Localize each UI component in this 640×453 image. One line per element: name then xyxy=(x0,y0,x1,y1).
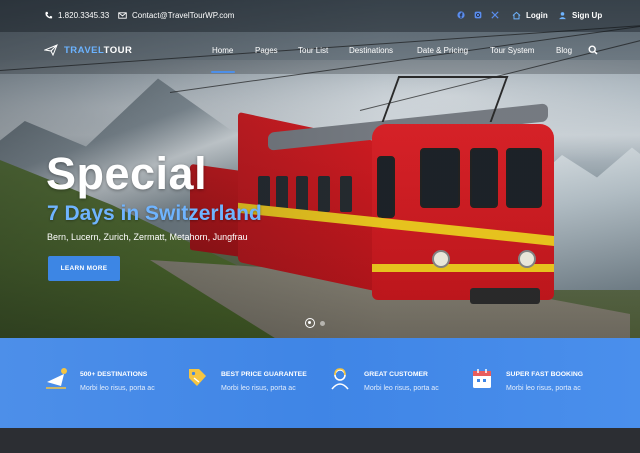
top-bar: 1.820.3345.33 Contact@TravelTourWP.com L… xyxy=(0,0,640,32)
feature-title: BEST PRICE GUARANTEE xyxy=(221,371,307,378)
home-icon xyxy=(512,11,521,20)
nav-item-home[interactable]: Home xyxy=(212,46,233,55)
feature-description: Morbi leo risus, porta ac xyxy=(506,385,581,392)
paper-plane-icon xyxy=(44,44,58,56)
nav-item-pages[interactable]: Pages xyxy=(255,46,278,55)
nav-item-destinations[interactable]: Destinations xyxy=(349,46,393,55)
email-contact[interactable]: Contact@TravelTourWP.com xyxy=(118,11,234,20)
login-label: Login xyxy=(526,11,548,20)
price-tag-icon xyxy=(189,369,206,386)
x-icon[interactable] xyxy=(491,11,499,19)
feature-description: Morbi leo risus, porta ac xyxy=(364,385,439,392)
calendar-booking-icon xyxy=(473,369,491,388)
feature-title: GREAT CUSTOMER xyxy=(364,371,428,378)
signup-link[interactable]: Sign Up xyxy=(558,11,602,20)
email-address: Contact@TravelTourWP.com xyxy=(132,11,235,20)
nav-item-blog[interactable]: Blog xyxy=(556,46,572,55)
slider-dot-active[interactable] xyxy=(305,318,315,328)
logo-text-tour: TOUR xyxy=(103,44,133,56)
facebook-icon[interactable] xyxy=(457,11,465,19)
instagram-icon[interactable] xyxy=(474,11,482,19)
login-link[interactable]: Login xyxy=(512,11,548,20)
hero-title: Special xyxy=(46,148,208,199)
learn-more-button[interactable]: LEARN MORE xyxy=(48,256,120,281)
features-strip xyxy=(0,338,640,428)
hero-subtitle: 7 Days in Switzerland xyxy=(47,202,262,225)
plane-destination-icon xyxy=(46,368,67,389)
feature-description: Morbi leo risus, porta ac xyxy=(80,385,155,392)
feature-title: SUPER FAST BOOKING xyxy=(506,371,584,378)
user-icon xyxy=(559,12,566,20)
hero-places: Bern, Lucern, Zurich, Zermatt, Metahorn,… xyxy=(47,232,248,242)
next-section-preview xyxy=(0,428,640,453)
search-icon[interactable] xyxy=(588,45,598,55)
nav-item-tour-system[interactable]: Tour System xyxy=(490,46,534,55)
site-logo[interactable]: TRAVELTOUR xyxy=(44,44,132,56)
nav-active-indicator xyxy=(211,71,235,73)
phone-icon xyxy=(45,11,53,19)
email-icon xyxy=(118,12,127,19)
nav-item-tour-list[interactable]: Tour List xyxy=(298,46,328,55)
logo-text-travel: TRAVEL xyxy=(64,44,104,56)
customer-support-icon xyxy=(331,368,349,390)
phone-number: 1.820.3345.33 xyxy=(58,11,110,20)
slider-dot[interactable] xyxy=(320,321,325,326)
feature-description: Morbi leo risus, porta ac xyxy=(221,385,296,392)
phone-contact[interactable]: 1.820.3345.33 xyxy=(44,11,109,20)
signup-label: Sign Up xyxy=(572,11,603,20)
feature-title: 500+ DESTINATIONS xyxy=(80,371,148,378)
nav-item-date-pricing[interactable]: Date & Pricing xyxy=(417,46,468,55)
